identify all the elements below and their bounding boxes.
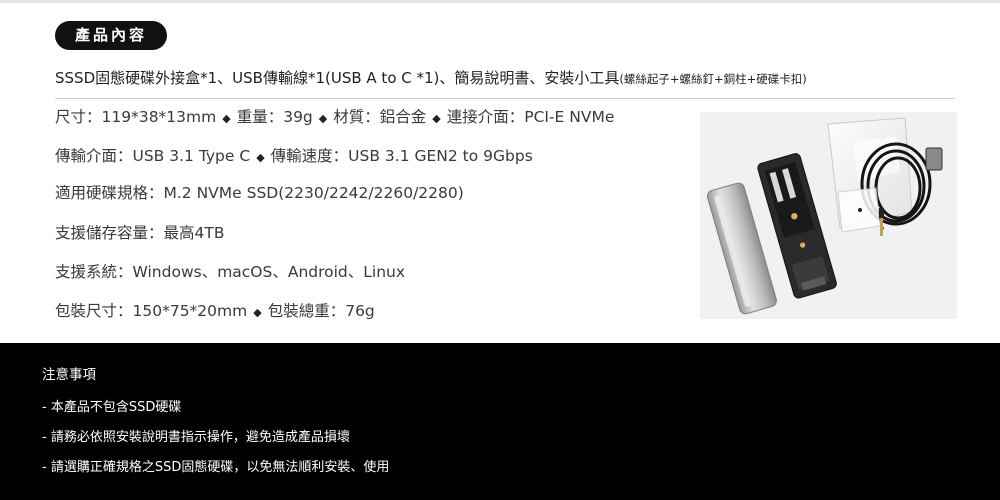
product-contents-badge: 產品內容	[55, 21, 167, 50]
spec-weight: 重量：39g	[236, 108, 313, 126]
spec-row-package: 包裝尺寸：150*75*20mm ◆ 包裝總重：76g	[55, 300, 375, 324]
diamond-separator-icon: ◆	[253, 306, 262, 319]
package-tools-detail: (螺絲起子+螺絲釘+銅柱+硬碟卡扣)	[619, 72, 807, 86]
diamond-separator-icon: ◆	[432, 112, 441, 125]
package-contents-text: SSSD固態硬碟外接盒*1、USB傳輸線*1(USB A to C *1)、簡易…	[55, 69, 620, 87]
product-photo	[700, 112, 957, 319]
package-contents-line: SSSD固態硬碟外接盒*1、USB傳輸線*1(USB A to C *1)、簡易…	[55, 66, 955, 91]
spec-transfer-interface: 傳輸介面：USB 3.1 Type C	[55, 147, 251, 165]
spec-transfer-speed: 傳輸速度：USB 3.1 GEN2 to 9Gbps	[270, 147, 533, 165]
spec-package-weight: 包裝總重：76g	[267, 302, 375, 320]
notice-item-no-ssd: - 本產品不包含SSD硬碟	[42, 400, 182, 415]
diamond-separator-icon: ◆	[256, 151, 265, 164]
diamond-separator-icon: ◆	[318, 112, 328, 125]
spec-size: 尺寸：119*38*13mm	[55, 108, 217, 126]
spec-material: 材質：鋁合金	[333, 108, 427, 126]
spec-interface: 連接介面：PCI-E NVMe	[446, 108, 615, 126]
spec-row-capacity: 支援儲存容量：最高4TB	[55, 224, 225, 242]
spec-row-transfer: 傳輸介面：USB 3.1 Type C ◆ 傳輸速度：USB 3.1 GEN2 to…	[55, 145, 533, 169]
notice-item-follow-manual: - 請務必依照安裝說明書指示操作，避免造成產品損壞	[42, 430, 350, 445]
section-divider	[55, 98, 955, 99]
spec-row-os: 支援系統：Windows、macOS、Android、Linux	[55, 263, 406, 281]
diamond-separator-icon: ◆	[222, 112, 231, 125]
notice-item-correct-spec: - 請選購正確規格之SSD固態硬碟，以免無法順利安裝、使用	[42, 460, 390, 475]
spec-row-ssd-compat: 適用硬碟規格：M.2 NVMe SSD(2230/2242/2260/2280)	[55, 184, 464, 202]
enclosure-kit-image	[700, 112, 957, 319]
spec-package-size: 包裝尺寸：150*75*20mm	[55, 302, 248, 320]
spec-row-dimensions: 尺寸：119*38*13mm ◆ 重量：39g ◆ 材質：鋁合金 ◆ 連接介面：PCI-E …	[55, 106, 614, 130]
notice-title: 注意事項	[42, 367, 96, 383]
notice-section: 注意事項 - 本產品不包含SSD硬碟 - 請務必依照安裝說明書指示操作，避免造成…	[0, 343, 1000, 500]
